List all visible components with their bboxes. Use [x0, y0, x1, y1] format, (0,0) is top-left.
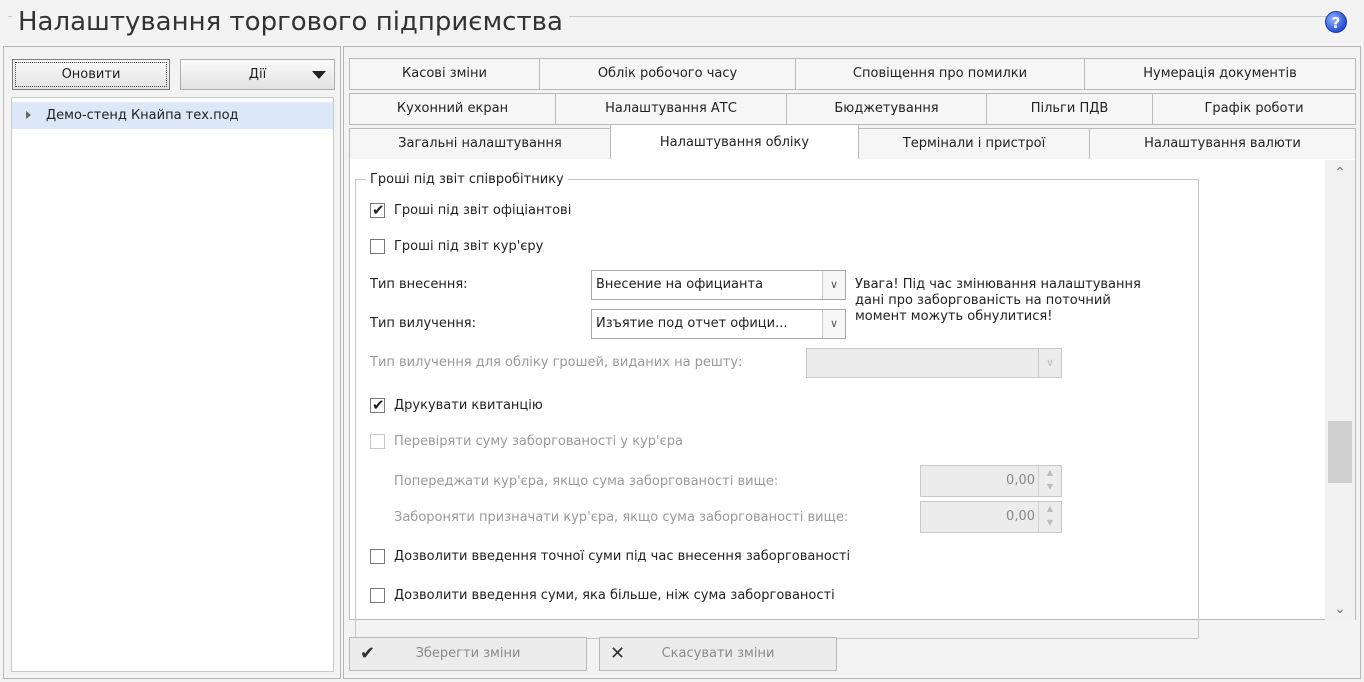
courier-money-label[interactable]: Гроші під звіт кур'єру [394, 237, 543, 257]
vertical-scrollbar[interactable] [1325, 160, 1355, 620]
dropdown-arrow-icon [312, 71, 326, 79]
more-sum-checkbox[interactable] [370, 588, 385, 603]
cancel-button-label: Скасувати зміни [661, 646, 775, 661]
warn-courier-amount-input[interactable]: 0,00 ▲ ▼ [920, 465, 1062, 497]
tab-currency-settings[interactable]: Налаштування валюти [1089, 128, 1356, 160]
tab-kitchen-screen[interactable]: Кухонний екран [349, 93, 556, 125]
courier-money-checkbox[interactable] [370, 239, 385, 254]
check-courier-debt-label: Перевіряти суму заборгованості у кур'єра [394, 434, 683, 449]
scroll-up-icon[interactable]: ⌃ [1333, 166, 1347, 180]
withdraw-type-select[interactable]: Изъятие под отчет офици... ∨ [591, 309, 846, 339]
check-courier-debt-checkbox[interactable] [370, 434, 385, 449]
spinner-arrows-icon: ▲ ▼ [1038, 466, 1061, 496]
tab-budgeting[interactable]: Бюджетування [786, 93, 987, 125]
tab-error-notifications[interactable]: Сповіщення про помилки [795, 58, 1085, 90]
change-withdraw-label: Тип вилучення для обліку грошей, виданих… [370, 355, 743, 370]
forbid-courier-amount-input[interactable]: 0,00 ▲ ▼ [920, 501, 1062, 533]
scroll-down-icon[interactable]: ⌄ [1333, 602, 1347, 616]
reset-warning-text: Увага! Під час змінювання налаштування д… [855, 277, 1141, 324]
tab-terminals-devices[interactable]: Термінали і пристрої [858, 128, 1090, 160]
exact-sum-label[interactable]: Дозволити введення точної суми під час в… [394, 547, 850, 567]
tab-general-settings[interactable]: Загальні налаштування [349, 128, 611, 160]
enterprise-tree[interactable] [11, 97, 334, 672]
tab-cash-shifts[interactable]: Касові зміни [349, 58, 540, 90]
actions-dropdown-button[interactable]: Дії [180, 59, 335, 90]
forbid-courier-amount: 0,00 [1006, 509, 1035, 524]
tab-work-time[interactable]: Облік робочого часу [539, 58, 796, 90]
deposit-type-label: Тип внесення: [370, 277, 468, 292]
spinner-arrows-icon: ▲ ▼ [1038, 502, 1061, 532]
tab-accounting-settings[interactable]: Налаштування обліку [610, 124, 859, 161]
group-title: Гроші під звіт співробітнику [366, 170, 568, 190]
scrollbar-thumb[interactable] [1328, 421, 1352, 483]
tab-pbx-settings[interactable]: Налаштування АТС [555, 93, 787, 125]
chevron-down-icon[interactable]: ∨ [822, 310, 845, 338]
withdraw-type-label: Тип вилучення: [370, 316, 477, 331]
checkmark-icon: ✔ [372, 396, 385, 414]
save-changes-button[interactable]: ✔ Зберегти зміни [349, 637, 587, 671]
cancel-changes-button[interactable]: ✕ Скасувати зміни [599, 637, 837, 671]
focus-ring [15, 62, 167, 87]
warn-courier-amount: 0,00 [1006, 473, 1035, 488]
tab-doc-numbering[interactable]: Нумерація документів [1084, 58, 1356, 90]
save-button-label: Зберегти зміни [415, 646, 521, 661]
exact-sum-checkbox[interactable] [370, 549, 385, 564]
more-sum-label[interactable]: Дозволити введення суми, яка більше, ніж… [394, 586, 835, 606]
tab-vat-benefits[interactable]: Пільги ПДВ [986, 93, 1153, 125]
chevron-down-icon[interactable]: ∨ [822, 271, 845, 299]
actions-button-label: Дії [248, 67, 267, 82]
print-receipt-checkbox[interactable]: ✔ [370, 396, 385, 414]
deposit-type-value: Внесение на официанта [596, 277, 764, 292]
change-withdraw-select[interactable]: ∨ [806, 348, 1062, 378]
waiter-money-checkbox[interactable]: ✔ [370, 201, 385, 219]
tab-work-schedule[interactable]: Графік роботи [1152, 93, 1356, 125]
waiter-money-label[interactable]: Гроші під звіт офіціантові [394, 201, 571, 221]
withdraw-type-value: Изъятие под отчет офици... [596, 316, 788, 331]
page-title: Налаштування торгового підприємства [12, 2, 569, 42]
forbid-courier-label: Забороняти призначати кур'єра, якщо сума… [394, 510, 849, 525]
deposit-type-select[interactable]: Внесение на официанта ∨ [591, 270, 846, 300]
expand-arrow-icon[interactable] [26, 111, 31, 119]
help-icon[interactable]: ? [1325, 11, 1347, 33]
refresh-button[interactable]: Оновити [12, 59, 170, 90]
tree-item-label[interactable]: Демо-стенд Кнайпа тех.под [46, 102, 239, 129]
chevron-down-icon: ∨ [1038, 349, 1061, 377]
print-receipt-label[interactable]: Друкувати квитанцію [394, 396, 543, 416]
warn-courier-label: Попереджати кур'єра, якщо сума заборгова… [394, 474, 779, 489]
checkmark-icon: ✔ [372, 201, 385, 219]
